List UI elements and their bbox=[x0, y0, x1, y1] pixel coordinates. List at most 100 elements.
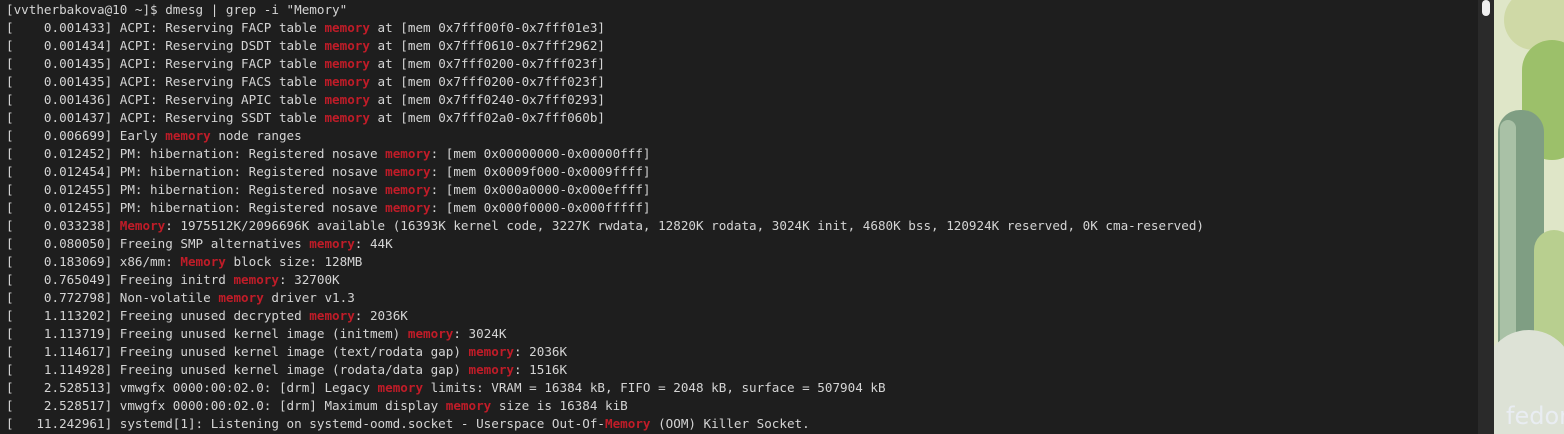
line-text: [ 0.772798] Non-volatile bbox=[6, 290, 219, 305]
grep-match: memory bbox=[445, 398, 492, 413]
terminal-scrollbar[interactable] bbox=[1478, 0, 1494, 434]
dmesg-output-line: [ 11.242961] systemd[1]: Listening on sy… bbox=[6, 415, 1478, 433]
line-text: [ 1.114617] Freeing unused kernel image … bbox=[6, 344, 469, 359]
line-text: [ 1.113719] Freeing unused kernel image … bbox=[6, 326, 408, 341]
line-text: (OOM) Killer Socket. bbox=[650, 416, 810, 431]
line-text: : 1975512K/2096696K available (16393K ke… bbox=[165, 218, 1204, 233]
line-text: [ 0.033238] bbox=[6, 218, 120, 233]
dmesg-output-line: [ 0.765049] Freeing initrd memory: 32700… bbox=[6, 271, 1478, 289]
line-text: : 2036K bbox=[354, 308, 408, 323]
dmesg-output-line: [ 0.012455] PM: hibernation: Registered … bbox=[6, 199, 1478, 217]
line-text: : 44K bbox=[354, 236, 393, 251]
grep-match: Memory bbox=[119, 218, 166, 233]
line-text: [ 0.012454] PM: hibernation: Registered … bbox=[6, 164, 386, 179]
line-text: : 1516K bbox=[514, 362, 568, 377]
line-text: : 3024K bbox=[453, 326, 507, 341]
grep-match: memory bbox=[385, 146, 431, 161]
grep-match: memory bbox=[324, 38, 370, 53]
line-text: [ 0.001434] ACPI: Reserving DSDT table bbox=[6, 38, 325, 53]
line-text: [ 0.012452] PM: hibernation: Registered … bbox=[6, 146, 386, 161]
grep-match: memory bbox=[385, 164, 431, 179]
grep-match: memory bbox=[309, 308, 355, 323]
line-text: [ 11.242961] systemd[1]: Listening on sy… bbox=[6, 416, 605, 431]
screen: [vvtherbakova@10 ~]$ dmesg | grep -i "Me… bbox=[0, 0, 1564, 434]
fedora-logo-text: fedora bbox=[1506, 402, 1564, 430]
dmesg-output-line: [ 0.012452] PM: hibernation: Registered … bbox=[6, 145, 1478, 163]
line-text: block size: 128MB bbox=[225, 254, 363, 269]
grep-match: Memory bbox=[180, 254, 226, 269]
grep-match: memory bbox=[309, 236, 355, 251]
terminal-window[interactable]: [vvtherbakova@10 ~]$ dmesg | grep -i "Me… bbox=[0, 0, 1478, 434]
line-text: [ 0.080050] Freeing SMP alternatives bbox=[6, 236, 310, 251]
dmesg-output-line: [ 1.113719] Freeing unused kernel image … bbox=[6, 325, 1478, 343]
grep-match: memory bbox=[218, 290, 264, 305]
line-text: [ 2.528517] vmwgfx 0000:00:02.0: [drm] M… bbox=[6, 398, 446, 413]
dmesg-output-line: [ 0.001435] ACPI: Reserving FACS table m… bbox=[6, 73, 1478, 91]
line-text: [ 0.006699] Early bbox=[6, 128, 166, 143]
line-text: at [mem 0x7fff0610-0x7fff2962] bbox=[369, 38, 605, 53]
desktop-wallpaper: fedora bbox=[1494, 0, 1564, 434]
dmesg-output-line: [ 2.528517] vmwgfx 0000:00:02.0: [drm] M… bbox=[6, 397, 1478, 415]
dmesg-output-line: [ 0.001437] ACPI: Reserving SSDT table m… bbox=[6, 109, 1478, 127]
line-text: at [mem 0x7fff0200-0x7fff023f] bbox=[369, 56, 605, 71]
dmesg-output-line: [ 1.114617] Freeing unused kernel image … bbox=[6, 343, 1478, 361]
dmesg-output-line: [ 0.001436] ACPI: Reserving APIC table m… bbox=[6, 91, 1478, 109]
grep-match: memory bbox=[324, 110, 370, 125]
grep-match: memory bbox=[324, 56, 370, 71]
line-text: size is 16384 kiB bbox=[491, 398, 628, 413]
line-text: [ 0.012455] PM: hibernation: Registered … bbox=[6, 182, 386, 197]
dmesg-output-line: [ 0.033238] Memory: 1975512K/2096696K av… bbox=[6, 217, 1478, 235]
terminal-output[interactable]: [vvtherbakova@10 ~]$ dmesg | grep -i "Me… bbox=[0, 0, 1478, 433]
dmesg-output-line: [ 1.114928] Freeing unused kernel image … bbox=[6, 361, 1478, 379]
grep-match: memory bbox=[385, 200, 431, 215]
dmesg-output-line: [ 0.001435] ACPI: Reserving FACP table m… bbox=[6, 55, 1478, 73]
dmesg-output-line: [ 0.080050] Freeing SMP alternatives mem… bbox=[6, 235, 1478, 253]
line-text: at [mem 0x7fff00f0-0x7fff01e3] bbox=[369, 20, 605, 35]
line-text: : [mem 0x000a0000-0x000effff] bbox=[430, 182, 651, 197]
grep-match: memory bbox=[233, 272, 279, 287]
line-text: [ 0.183069] x86/mm: bbox=[6, 254, 181, 269]
grep-match: memory bbox=[377, 380, 424, 395]
dmesg-output-line: [ 0.772798] Non-volatile memory driver v… bbox=[6, 289, 1478, 307]
dmesg-output-line: [ 0.001433] ACPI: Reserving FACP table m… bbox=[6, 19, 1478, 37]
grep-match: memory bbox=[324, 92, 370, 107]
line-text: : 2036K bbox=[514, 344, 568, 359]
line-text: : 32700K bbox=[278, 272, 340, 287]
line-text: [ 0.012455] PM: hibernation: Registered … bbox=[6, 200, 386, 215]
line-text: [ 2.528513] vmwgfx 0000:00:02.0: [drm] L… bbox=[6, 380, 378, 395]
grep-match: memory bbox=[407, 326, 454, 341]
grep-match: memory bbox=[468, 344, 515, 359]
line-text: : [mem 0x000f0000-0x000fffff] bbox=[430, 200, 651, 215]
line-text: [ 0.001435] ACPI: Reserving FACS table bbox=[6, 74, 325, 89]
dmesg-output-line: [ 0.012454] PM: hibernation: Registered … bbox=[6, 163, 1478, 181]
wallpaper-shape bbox=[1500, 120, 1516, 360]
line-text: [ 0.001437] ACPI: Reserving SSDT table bbox=[6, 110, 325, 125]
grep-match: memory bbox=[324, 74, 370, 89]
line-text: driver v1.3 bbox=[263, 290, 355, 305]
line-text: [ 0.765049] Freeing initrd bbox=[6, 272, 234, 287]
dmesg-output-line: [ 0.012455] PM: hibernation: Registered … bbox=[6, 181, 1478, 199]
grep-match: memory bbox=[165, 128, 211, 143]
shell-prompt-line: [vvtherbakova@10 ~]$ dmesg | grep -i "Me… bbox=[6, 1, 1478, 19]
line-text: : [mem 0x00000000-0x00000fff] bbox=[430, 146, 651, 161]
grep-match: memory bbox=[468, 362, 515, 377]
dmesg-output-line: [ 0.183069] x86/mm: Memory block size: 1… bbox=[6, 253, 1478, 271]
line-text: [ 0.001436] ACPI: Reserving APIC table bbox=[6, 92, 325, 107]
line-text: at [mem 0x7fff0200-0x7fff023f] bbox=[369, 74, 605, 89]
line-text: [vvtherbakova@10 ~]$ dmesg | grep -i "Me… bbox=[6, 2, 348, 17]
grep-match: Memory bbox=[604, 416, 651, 431]
line-text: at [mem 0x7fff02a0-0x7fff060b] bbox=[369, 110, 605, 125]
grep-match: memory bbox=[324, 20, 370, 35]
dmesg-output-line: [ 0.006699] Early memory node ranges bbox=[6, 127, 1478, 145]
line-text: : [mem 0x0009f000-0x0009ffff] bbox=[430, 164, 651, 179]
dmesg-output-line: [ 0.001434] ACPI: Reserving DSDT table m… bbox=[6, 37, 1478, 55]
line-text: [ 0.001435] ACPI: Reserving FACP table bbox=[6, 56, 325, 71]
grep-match: memory bbox=[385, 182, 431, 197]
line-text: [ 0.001433] ACPI: Reserving FACP table bbox=[6, 20, 325, 35]
scrollbar-thumb[interactable] bbox=[1482, 0, 1490, 16]
dmesg-output-line: [ 1.113202] Freeing unused decrypted mem… bbox=[6, 307, 1478, 325]
line-text: [ 1.114928] Freeing unused kernel image … bbox=[6, 362, 469, 377]
line-text: limits: VRAM = 16384 kB, FIFO = 2048 kB,… bbox=[423, 380, 886, 395]
line-text: [ 1.113202] Freeing unused decrypted bbox=[6, 308, 310, 323]
dmesg-output-line: [ 2.528513] vmwgfx 0000:00:02.0: [drm] L… bbox=[6, 379, 1478, 397]
